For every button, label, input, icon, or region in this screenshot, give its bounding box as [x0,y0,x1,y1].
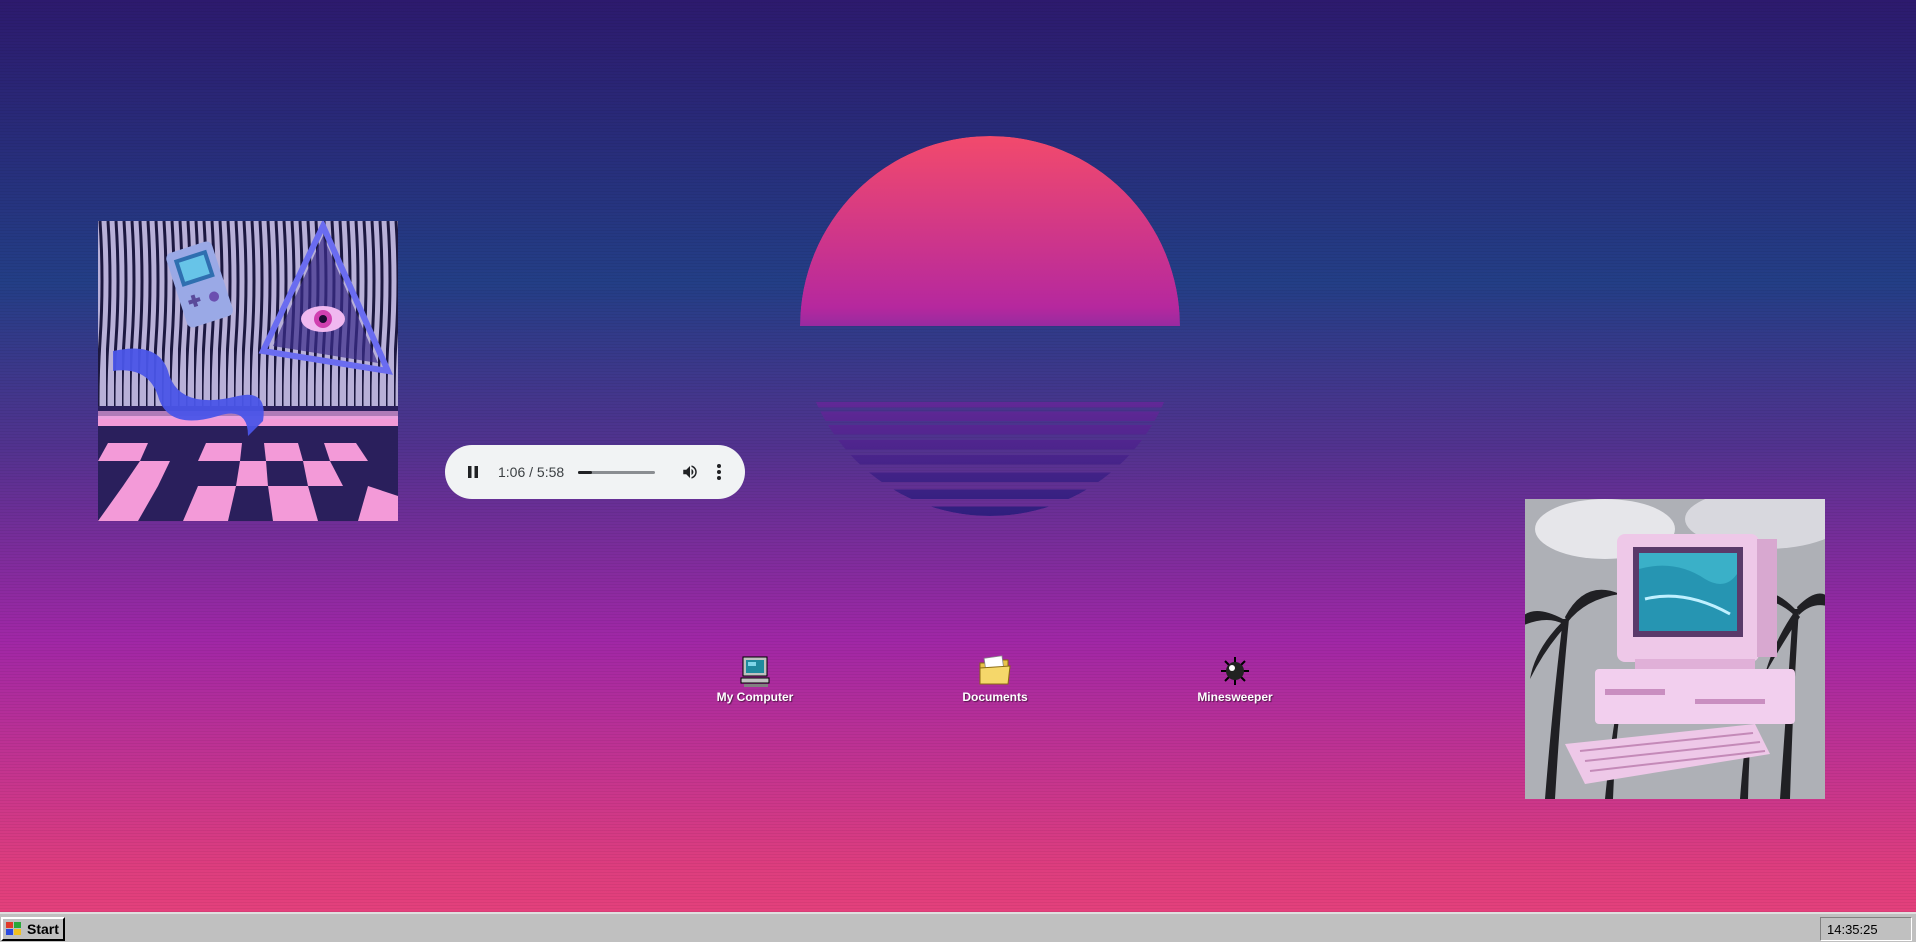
start-label: Start [27,921,59,937]
mute-button[interactable] [677,459,702,485]
volume-icon [682,465,697,479]
more-options-button[interactable] [706,459,731,485]
mine-icon [1221,657,1249,685]
audio-player: 1:06 / 5:58 [445,445,745,499]
desktop-icon-label: Documents [962,690,1028,704]
taskbar: Start 14:35:25 [0,912,1916,942]
system-clock: 14:35:25 [1820,917,1912,941]
seek-slider-fill [578,470,593,474]
time-display: 1:06 / 5:58 [497,464,565,480]
pause-icon [468,466,479,478]
desktop-icon-documents[interactable]: Documents [945,654,1045,704]
vaporwave-artwork-left [98,221,398,521]
windows-logo-icon [6,922,21,935]
desktop-icon-label: My Computer [716,690,794,704]
computer-icon [740,656,770,687]
desktop-icon-minesweeper[interactable]: Minesweeper [1185,654,1285,704]
pause-button[interactable] [461,459,486,485]
folder-icon [979,655,1011,685]
more-vert-icon [716,464,721,480]
desktop-icon-label: Minesweeper [1197,690,1273,704]
vaporwave-artwork-right [1525,499,1825,799]
seek-slider[interactable] [578,470,656,474]
start-button[interactable]: Start [1,917,65,941]
retro-sun [800,136,1180,516]
desktop-icon-my-computer[interactable]: My Computer [705,654,805,704]
